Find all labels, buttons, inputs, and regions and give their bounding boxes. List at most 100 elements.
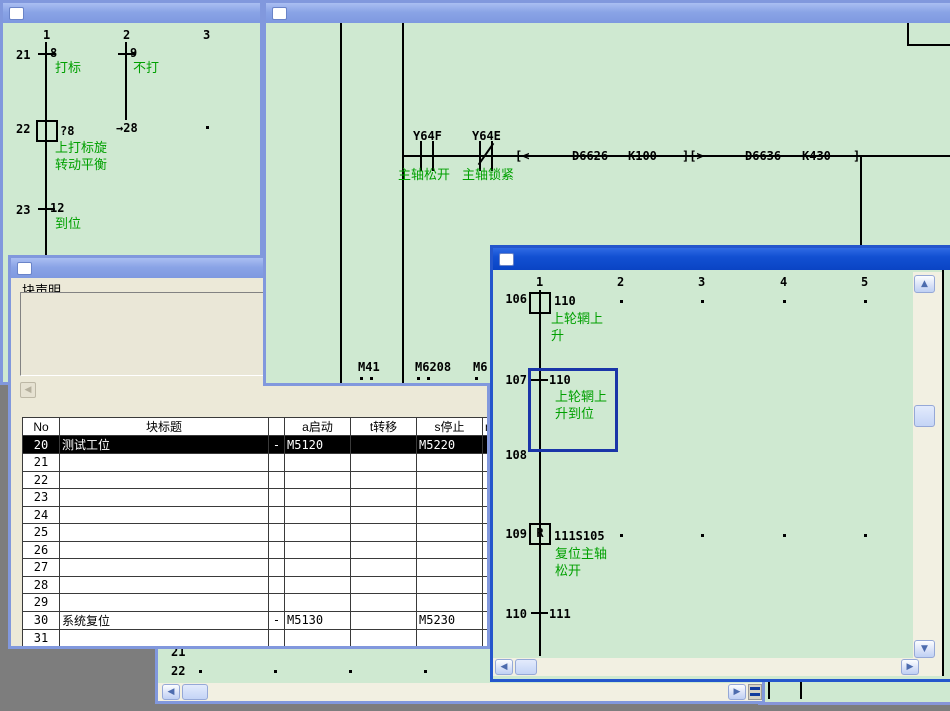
- block-list-table[interactable]: No 块标题 a启动 t转移 s停止 m 20测试工位 -M5120 M5220…: [22, 417, 487, 646]
- ladder-dot: [427, 377, 430, 380]
- transition-number: 8: [50, 46, 57, 60]
- sfc-grid-dot: [424, 670, 427, 673]
- compare-operand: K430: [802, 149, 831, 163]
- contact-device: M6208: [415, 360, 451, 374]
- sfc-grid-dot: [620, 534, 623, 537]
- sfc-step-box[interactable]: [36, 120, 58, 142]
- sfc-col-header: 1: [536, 275, 543, 289]
- sfc-row-number: 108: [502, 448, 527, 462]
- scroll-up-button[interactable]: ▲: [914, 275, 935, 293]
- ladder-rail: [402, 23, 404, 383]
- table-row[interactable]: 27: [23, 559, 488, 577]
- split-handle-bar: [750, 693, 760, 696]
- sfc-grid-dot: [864, 534, 867, 537]
- split-handle[interactable]: [748, 684, 762, 700]
- horizontal-scrollbar[interactable]: ◀ ▶: [493, 658, 942, 676]
- compare-bracket: [<: [515, 149, 529, 163]
- sfc-block20-canvas[interactable]: 1 2 3 4 5 106 110 上轮辋上 升 107 110 上轮辋上 升到…: [493, 270, 950, 679]
- transition-number: 12: [50, 201, 64, 215]
- scrollbar-thumb[interactable]: [515, 659, 537, 675]
- col-header-stop: s停止: [417, 418, 483, 436]
- step-comment: 转动平衡: [55, 157, 107, 173]
- ladder-titlebar[interactable]: 梯形图(R 写入) 手动 2343 步: [266, 3, 950, 23]
- sfc-col-header: 2: [617, 275, 624, 289]
- scroll-right-button[interactable]: ▶: [901, 659, 919, 675]
- sfc-col-header: 3: [203, 28, 210, 42]
- scroll-left-button-disabled[interactable]: ◀: [20, 382, 36, 398]
- transition-comment: 打标: [55, 60, 81, 76]
- vertical-scrollbar[interactable]: ▲ ▼: [913, 272, 942, 658]
- sfc-grid-dot: [783, 300, 786, 303]
- sfc-row-number: 23: [16, 203, 30, 217]
- compare-bracket: ][>: [682, 149, 704, 163]
- pane-divider[interactable]: [942, 270, 944, 676]
- step-comment: 升: [551, 328, 564, 344]
- col-header-start: a启动: [285, 418, 351, 436]
- table-row[interactable]: 31: [23, 629, 488, 646]
- col-header-blank: [269, 418, 285, 436]
- contact-device: Y64E: [472, 129, 501, 143]
- table-row[interactable]: 20测试工位 -M5120 M5220: [23, 436, 488, 454]
- sfc-col-header: 2: [123, 28, 130, 42]
- sfc-block40-titlebar[interactable]: SFC(R 写入) 自动 块号 40: [3, 3, 260, 23]
- sfc-row-number: 106: [502, 292, 527, 306]
- horizontal-scrollbar[interactable]: ◀ ▶: [158, 683, 762, 701]
- scroll-left-button[interactable]: ◀: [162, 684, 180, 700]
- contact-device: M41: [358, 360, 380, 374]
- sfc-row-number: 21: [16, 48, 30, 62]
- scroll-down-button[interactable]: ▼: [914, 640, 935, 658]
- sfc-grid-dot: [701, 300, 704, 303]
- ladder-rail: [340, 23, 342, 383]
- window-icon: [9, 7, 24, 20]
- table-row[interactable]: 24: [23, 506, 488, 524]
- sfc-step-box[interactable]: [529, 292, 551, 314]
- ladder-dot: [417, 377, 420, 380]
- contact-comment: 主轴松开: [398, 167, 450, 183]
- table-row[interactable]: 23: [23, 489, 488, 507]
- sfc-row-number: 107: [502, 373, 527, 387]
- window-icon: [272, 7, 287, 20]
- sfc-grid-dot: [199, 670, 202, 673]
- table-row[interactable]: 22: [23, 471, 488, 489]
- step-comment: 上打标旋: [55, 140, 107, 156]
- ladder-dot: [475, 377, 478, 380]
- sfc-grid-dot: [206, 126, 209, 129]
- compare-operand: D6636: [745, 149, 781, 163]
- table-row[interactable]: 21: [23, 454, 488, 472]
- sfc-grid-dot: [274, 670, 277, 673]
- reset-step-letter: R: [531, 526, 549, 540]
- contact-comment: 主轴锁紧: [462, 167, 514, 183]
- window-icon: [17, 262, 32, 275]
- sfc-reset-step-box[interactable]: R: [529, 523, 551, 545]
- col-header-no: No: [23, 418, 60, 436]
- sfc-cursor-selection[interactable]: [528, 368, 618, 452]
- sfc-grid-dot: [864, 300, 867, 303]
- sfc-jump-label: →28: [116, 121, 138, 135]
- step-comment: 松开: [555, 563, 581, 579]
- table-row[interactable]: 26: [23, 541, 488, 559]
- sfc-grid-dot: [701, 534, 704, 537]
- transition-tick[interactable]: [531, 612, 548, 614]
- sfc-col-header: 4: [780, 275, 787, 289]
- scroll-left-button[interactable]: ◀: [495, 659, 513, 675]
- sfc-grid-dot: [349, 670, 352, 673]
- scrollbar-thumb[interactable]: [914, 405, 935, 427]
- scroll-right-button[interactable]: ▶: [728, 684, 746, 700]
- table-header-row: No 块标题 a启动 t转移 s停止 m: [23, 418, 488, 436]
- sfc-row-number: 22: [171, 664, 185, 678]
- sfc-row-number: 22: [16, 122, 30, 136]
- contact-device: M6: [473, 360, 487, 374]
- table-row[interactable]: 30系统复位 -M5130 M5230: [23, 611, 488, 629]
- transition-comment: 到位: [55, 216, 81, 232]
- table-row[interactable]: 29: [23, 594, 488, 612]
- col-header-m: m: [483, 418, 488, 436]
- compare-operand: K100: [628, 149, 657, 163]
- col-header-title: 块标题: [60, 418, 269, 436]
- table-row[interactable]: 25: [23, 524, 488, 542]
- sfc-block20-titlebar[interactable]: SFC(R 写入) 自动 块号 20 Total 2125步 测试工位: [493, 248, 950, 270]
- scrollbar-thumb[interactable]: [182, 684, 208, 700]
- sfc-block20-window[interactable]: SFC(R 写入) 自动 块号 20 Total 2125步 测试工位 1 2 …: [490, 245, 950, 682]
- sfc-grid-dot: [620, 300, 623, 303]
- step-comment: 上轮辋上: [551, 311, 603, 327]
- table-row[interactable]: 28: [23, 576, 488, 594]
